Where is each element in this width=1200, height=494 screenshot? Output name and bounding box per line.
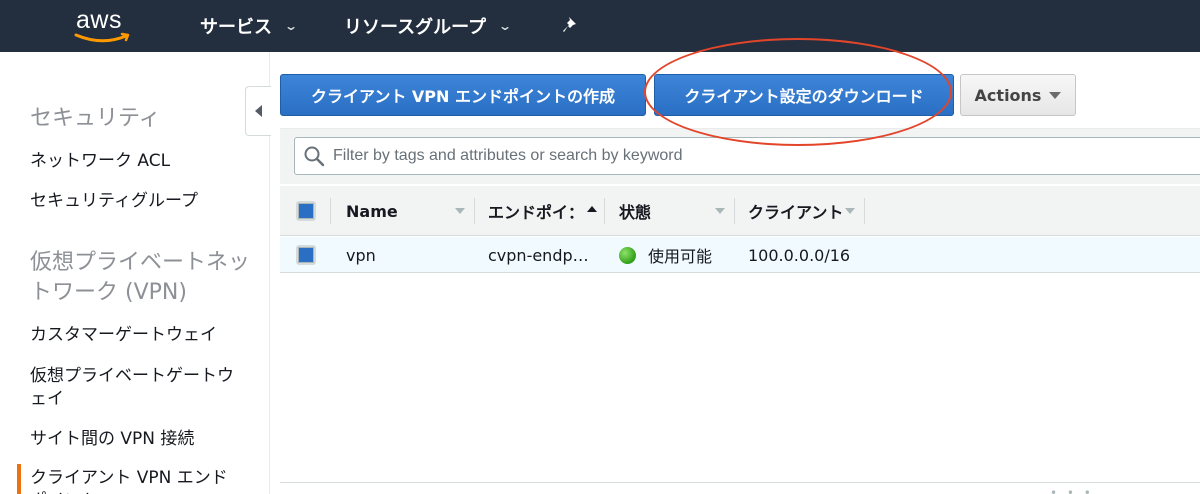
create-button-label: クライアント VPN エンドポイントの作成: [310, 87, 615, 106]
actions-label: Actions: [974, 85, 1042, 105]
search-box: [294, 137, 1200, 175]
aws-smile-icon: [74, 32, 130, 43]
services-label: サービス: [200, 17, 272, 38]
download-client-configuration-button[interactable]: クライアント設定のダウンロード: [654, 74, 954, 116]
resize-handle-icon[interactable]: • • •: [1050, 486, 1094, 494]
row-checkbox[interactable]: [296, 245, 316, 265]
filter-bar: [280, 128, 1200, 184]
sort-ascending-icon[interactable]: [587, 206, 597, 212]
aws-logo[interactable]: aws: [72, 6, 134, 46]
caret-down-icon: [1049, 91, 1062, 99]
sidebar-heading-vpn: 仮想プライベートネットワーク (VPN): [30, 250, 251, 305]
pin-icon[interactable]: [560, 14, 582, 36]
status-text: 使用可能: [648, 247, 713, 266]
resource-groups-menu[interactable]: リソースグループ ⌄: [344, 0, 513, 52]
services-menu[interactable]: サービス ⌄: [200, 0, 299, 52]
top-navigation-bar: aws サービス ⌄ リソースグループ ⌄: [0, 0, 1200, 52]
column-header-name[interactable]: Name: [346, 186, 398, 236]
search-input[interactable]: [333, 147, 1173, 165]
chevron-down-icon: ⌄: [283, 19, 299, 33]
column-separator: [864, 198, 865, 224]
main-content: クライアント VPN エンドポイントの作成 クライアント設定のダウンロード Ac…: [280, 52, 1200, 494]
sidebar-item-network-acl[interactable]: ネットワーク ACL: [30, 150, 240, 173]
aws-logo-text: aws: [76, 6, 122, 34]
sidebar-item-client-vpn-endpoints[interactable]: クライアント VPN エンドポイント: [30, 467, 240, 494]
sort-caret-icon[interactable]: [455, 208, 465, 214]
actions-dropdown-button[interactable]: Actions: [960, 74, 1076, 116]
create-client-vpn-endpoint-button[interactable]: クライアント VPN エンドポイントの作成: [280, 74, 646, 116]
cell-endpoint[interactable]: cvpn-endp…: [488, 237, 589, 273]
sidebar-item-customer-gateways[interactable]: カスタマーゲートウェイ: [30, 324, 240, 347]
search-icon: [304, 146, 325, 167]
chevron-down-icon: ⌄: [498, 19, 513, 33]
sidebar-item-virtual-private-gateways[interactable]: 仮想プライベートゲートウェイ: [30, 365, 240, 411]
column-header-status[interactable]: 状態: [619, 186, 651, 236]
status-available-icon: [619, 246, 636, 264]
panel-divider: [280, 482, 1200, 483]
sidebar: セキュリティ ネットワーク ACL セキュリティグループ 仮想プライベートネット…: [0, 52, 270, 494]
column-header-client[interactable]: クライアント: [748, 186, 843, 236]
table-row[interactable]: vpn cvpn-endp… 使用可能 100.0.0.0/16: [280, 237, 1200, 273]
resource-groups-label: リソースグループ: [344, 17, 487, 38]
column-separator: [330, 198, 331, 224]
sidebar-collapse-button[interactable]: [245, 86, 271, 136]
cell-status: 使用可能: [619, 237, 712, 273]
table-header: Name エンドポイ： 状態 クライアント: [280, 186, 1200, 236]
column-separator: [604, 198, 605, 224]
column-separator: [474, 198, 475, 224]
cell-name: vpn: [346, 245, 376, 265]
sidebar-item-security-groups[interactable]: セキュリティグループ: [30, 190, 240, 213]
cell-client-cidr: 100.0.0.0/16: [748, 245, 851, 265]
sidebar-active-indicator: [17, 464, 21, 494]
chevron-left-icon: [255, 105, 262, 117]
sort-caret-icon[interactable]: [715, 208, 725, 214]
select-all-checkbox[interactable]: [296, 201, 316, 221]
download-button-label: クライアント設定のダウンロード: [684, 87, 924, 106]
column-header-endpoint[interactable]: エンドポイ：: [488, 186, 584, 236]
sort-caret-icon[interactable]: [845, 208, 855, 214]
column-separator: [734, 198, 735, 224]
sidebar-heading-security: セキュリティ: [30, 106, 161, 131]
sidebar-item-site-to-site-vpn[interactable]: サイト間の VPN 接続: [30, 428, 240, 451]
